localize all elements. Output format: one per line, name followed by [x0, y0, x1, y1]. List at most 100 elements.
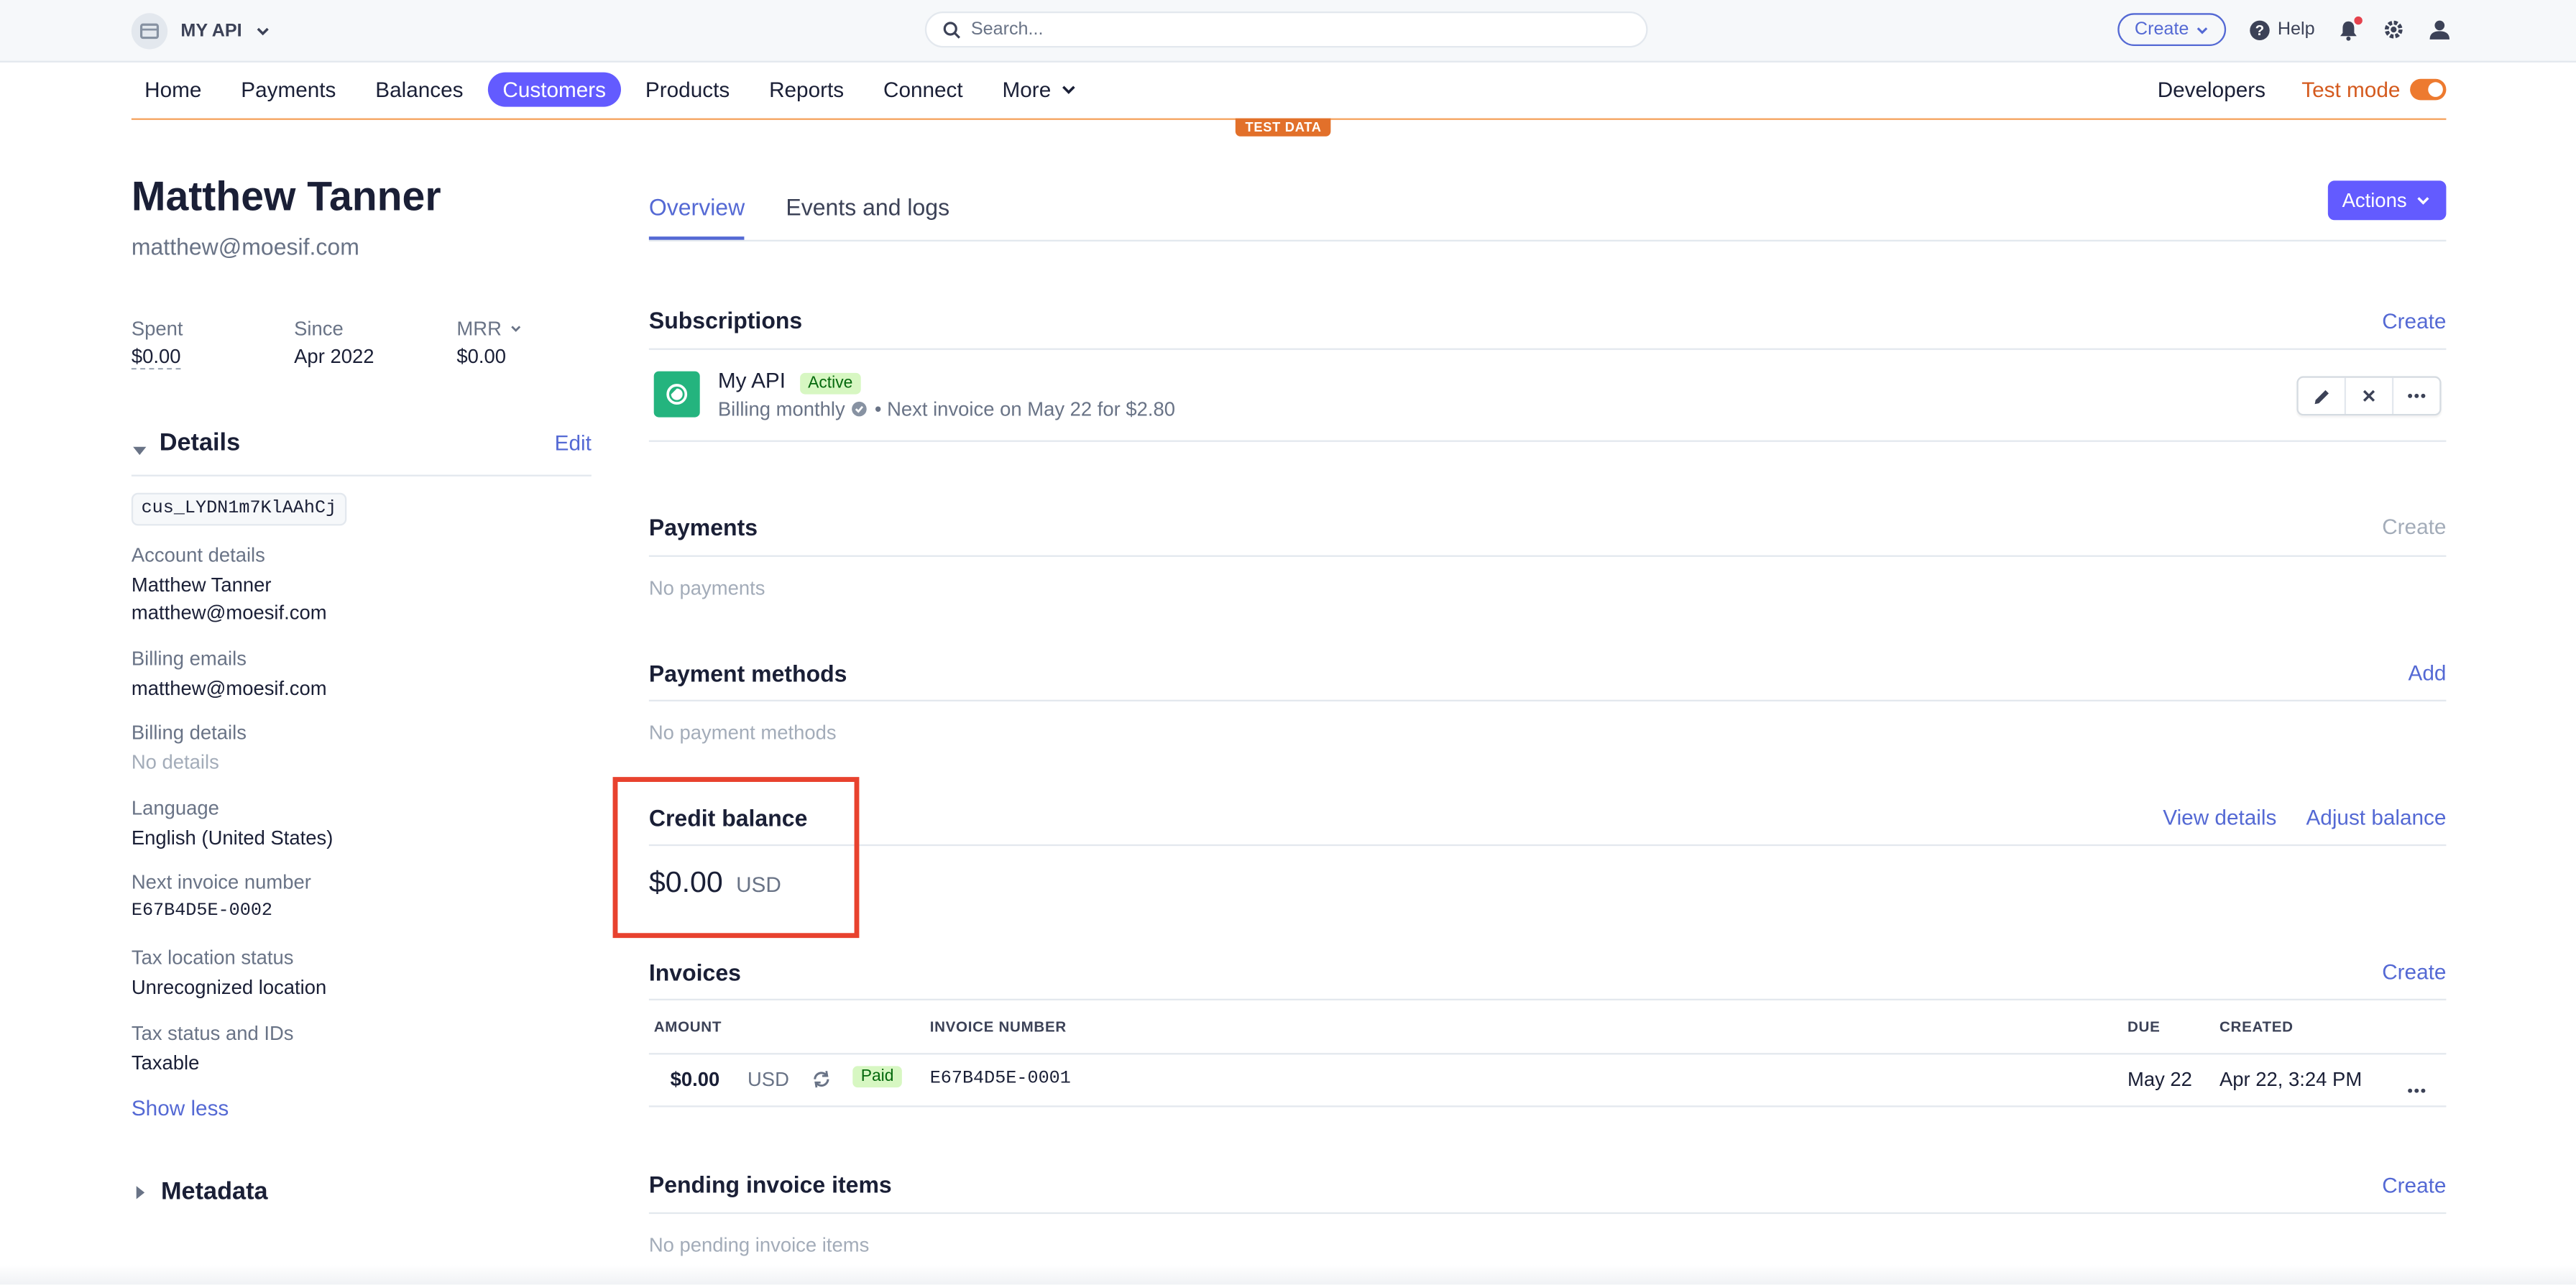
chevron-down-icon: [1059, 80, 1077, 98]
section-title: Pending invoice items: [648, 1171, 892, 1198]
tab-bar: Overview Events and logs: [648, 184, 2447, 241]
help-button[interactable]: ? Help: [2250, 19, 2315, 40]
customer-email: matthew@moesif.com: [131, 233, 359, 260]
nav-payments[interactable]: Payments: [226, 73, 351, 107]
subscriptions-section: Subscriptions Create: [648, 293, 2447, 350]
detail-tax-status: Tax status and IDs Taxable: [132, 1022, 294, 1078]
notifications-button[interactable]: [2338, 15, 2363, 40]
settings-button[interactable]: [2382, 18, 2405, 41]
nav-balances[interactable]: Balances: [361, 73, 478, 107]
caret-down-icon[interactable]: [132, 437, 148, 466]
invoice-table-header: AMOUNT INVOICE NUMBER DUE CREATED: [648, 1000, 2447, 1055]
detail-value: Taxable: [131, 1051, 200, 1074]
nav-customers[interactable]: Customers: [487, 72, 621, 107]
adjust-balance-link[interactable]: Adjust balance: [2306, 805, 2446, 829]
recurring-icon: [811, 1069, 831, 1094]
nav-more[interactable]: More: [988, 73, 1092, 107]
nav-reports[interactable]: Reports: [754, 73, 858, 107]
customer-id[interactable]: cus_LYDN1m7KlAAhCj: [131, 492, 346, 526]
payment-methods-section: Payment methods Add No payment methods: [648, 645, 2447, 745]
edit-details-link[interactable]: Edit: [555, 430, 592, 455]
stat-value: $0.00: [456, 344, 507, 368]
detail-label: Billing emails: [131, 647, 247, 671]
pencil-icon: [2299, 378, 2345, 414]
test-mode-toggle[interactable]: Test mode: [2301, 77, 2447, 102]
metadata-title: Metadata: [160, 1177, 268, 1206]
detail-value: matthew@moesif.com: [131, 601, 327, 625]
invoice-amount: $0.00: [670, 1067, 720, 1091]
column-header: CREATED: [2219, 1018, 2294, 1035]
column-header: AMOUNT: [653, 1018, 722, 1035]
nav-more-label: More: [1002, 77, 1052, 102]
empty-state: No payment methods: [648, 721, 837, 745]
details-header: Details Edit: [131, 425, 592, 476]
detail-value: Unrecognized location: [131, 975, 327, 999]
credit-balance-section: Credit balance View details Adjust balan…: [648, 790, 2447, 900]
product-icon: [653, 371, 700, 418]
stat-label: Spent: [131, 317, 183, 341]
nav-products[interactable]: Products: [630, 73, 744, 107]
payments-section: Payments Create No payments: [648, 498, 2447, 600]
chevron-down-icon: [2415, 192, 2432, 208]
gear-icon: [2382, 18, 2405, 41]
tab-events-logs[interactable]: Events and logs: [786, 184, 949, 240]
more-button[interactable]: [2393, 378, 2439, 414]
invoice-created: Apr 22, 3:24 PM: [2219, 1067, 2363, 1091]
section-title: Payment methods: [648, 659, 847, 686]
nav-home[interactable]: Home: [130, 73, 216, 107]
nav-connect[interactable]: Connect: [868, 73, 978, 107]
cancel-button[interactable]: [2346, 377, 2394, 414]
section-title: Subscriptions: [648, 307, 803, 333]
top-right-controls: Create ? Help: [2118, 13, 2451, 46]
status-badge: Active: [799, 372, 861, 395]
create-subscription-link[interactable]: Create: [2382, 308, 2446, 333]
stat-mrr[interactable]: MRR $0.00: [456, 317, 523, 368]
view-details-link[interactable]: View details: [2163, 805, 2276, 829]
more-horizontal-icon[interactable]: [2407, 1076, 2426, 1099]
column-header: INVOICE NUMBER: [929, 1018, 1067, 1035]
edit-button[interactable]: [2299, 377, 2346, 414]
add-payment-method-link[interactable]: Add: [2409, 660, 2447, 685]
search-input[interactable]: Search...: [924, 11, 1648, 48]
status-badge: Paid: [852, 1066, 902, 1088]
tab-overview[interactable]: Overview: [648, 184, 745, 240]
show-less-link[interactable]: Show less: [132, 1096, 229, 1120]
account-switcher[interactable]: MY API: [131, 13, 272, 50]
subscription-actions: [2296, 376, 2442, 416]
create-button[interactable]: Create: [2118, 13, 2227, 46]
metadata-header[interactable]: Metadata: [132, 1178, 268, 1206]
search-placeholder: Search...: [970, 19, 1044, 40]
info-icon[interactable]: [852, 401, 868, 418]
detail-value: E67B4D5E-0002: [131, 901, 273, 922]
subscription-row[interactable]: My API Active Billing monthly • Next inv…: [648, 349, 2447, 442]
detail-language: Language English (United States): [132, 797, 334, 853]
toggle-switch: [2410, 78, 2447, 101]
create-invoice-link[interactable]: Create: [2382, 959, 2446, 984]
create-label: Create: [2134, 19, 2189, 40]
stat-value[interactable]: $0.00: [131, 344, 181, 370]
chevron-down-icon: [255, 23, 272, 40]
user-icon: [2428, 18, 2451, 41]
customer-name: Matthew Tanner: [131, 174, 441, 221]
profile-button[interactable]: [2428, 18, 2451, 41]
notification-dot: [2354, 15, 2363, 24]
test-data-badge: TEST DATA: [1235, 118, 1332, 137]
empty-state: No payments: [648, 576, 765, 600]
help-icon: ?: [2250, 19, 2271, 40]
developers-link[interactable]: Developers: [2158, 77, 2266, 101]
chevron-down-icon: [2196, 22, 2211, 37]
chevron-down-icon: [510, 322, 523, 335]
create-pending-item-link[interactable]: Create: [2382, 1172, 2446, 1197]
search-icon: [943, 21, 961, 39]
highlight-box: [612, 777, 860, 939]
invoice-currency: USD: [747, 1067, 789, 1091]
next-invoice-text: • Next invoice on May 22 for $2.80: [874, 397, 1176, 421]
create-payment-link[interactable]: Create: [2382, 514, 2446, 538]
detail-billing-emails: Billing emails matthew@moesif.com: [132, 648, 327, 704]
detail-label: Billing details: [131, 721, 247, 745]
actions-button[interactable]: Actions: [2327, 180, 2447, 221]
caret-right-icon: [132, 1184, 148, 1200]
detail-label: Tax location status: [131, 946, 294, 969]
store-icon: [131, 13, 168, 50]
table-row[interactable]: $0.00 USD Paid E67B4D5E-0001 May 22 Apr …: [648, 1054, 2447, 1107]
